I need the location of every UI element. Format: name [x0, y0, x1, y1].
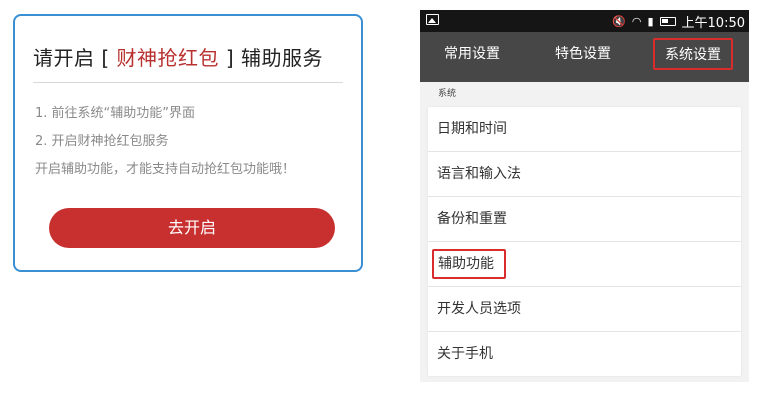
settings-item-date-time[interactable]: 日期和时间 [428, 107, 741, 152]
dialog-divider [33, 82, 343, 83]
settings-item-developer-options[interactable]: 开发人员选项 [428, 287, 741, 332]
tab-common-settings[interactable]: 常用设置 [444, 32, 500, 82]
settings-item-label: 开发人员选项 [437, 301, 521, 317]
dialog-steps: 1. 前往系统“辅助功能”界面 2. 开启财神抢红包服务 开启辅助功能，才能支持… [35, 100, 345, 184]
dialog-title-prefix: 请开启 [ [33, 46, 117, 70]
dialog-title-app-name: 财神抢红包 [116, 46, 220, 70]
open-button[interactable]: 去开启 [49, 208, 335, 248]
settings-item-backup-reset[interactable]: 备份和重置 [428, 197, 741, 242]
settings-list: 日期和时间 语言和输入法 备份和重置 辅助功能 开发人员选项 关于手机 [428, 107, 741, 376]
image-icon [426, 14, 439, 25]
settings-item-label: 语言和输入法 [437, 166, 521, 182]
tab-feature-settings[interactable]: 特色设置 [555, 32, 611, 82]
step-1: 1. 前往系统“辅助功能”界面 [35, 106, 196, 121]
settings-tab-bar: 常用设置 特色设置 系统设置 [420, 32, 749, 82]
step-2: 2. 开启财神抢红包服务 [35, 134, 169, 149]
dialog-title: 请开启 [ 财神抢红包 ] 辅助服务 [33, 42, 343, 71]
section-label-system: 系统 [438, 89, 457, 99]
settings-item-label: 关于手机 [437, 346, 493, 362]
status-right: 🔇 ◠ ▮ 上午10:50 [612, 12, 745, 31]
signal-icon: ▮ [647, 15, 654, 28]
tab-system-settings[interactable]: 系统设置 [653, 38, 733, 70]
dialog-title-suffix: ] 辅助服务 [219, 46, 324, 70]
settings-item-accessibility[interactable]: 辅助功能 [428, 242, 741, 287]
mute-icon: 🔇 [612, 15, 626, 28]
settings-item-about-phone[interactable]: 关于手机 [428, 332, 741, 376]
status-bar: 🔇 ◠ ▮ 上午10:50 [420, 10, 749, 32]
phone-settings-screen: 🔇 ◠ ▮ 上午10:50 常用设置 特色设置 系统设置 系统 日期和时间 语言… [420, 10, 749, 382]
settings-item-label: 日期和时间 [437, 121, 507, 137]
settings-item-label: 备份和重置 [437, 211, 507, 227]
settings-item-label: 辅助功能 [432, 249, 506, 279]
status-time: 上午10:50 [681, 16, 745, 31]
battery-icon [659, 17, 676, 26]
settings-item-language-input[interactable]: 语言和输入法 [428, 152, 741, 197]
step-note: 开启辅助功能，才能支持自动抢红包功能哦！ [35, 162, 296, 177]
enable-service-dialog: 请开启 [ 财神抢红包 ] 辅助服务 1. 前往系统“辅助功能”界面 2. 开启… [13, 14, 363, 272]
wifi-icon: ◠ [631, 15, 642, 28]
